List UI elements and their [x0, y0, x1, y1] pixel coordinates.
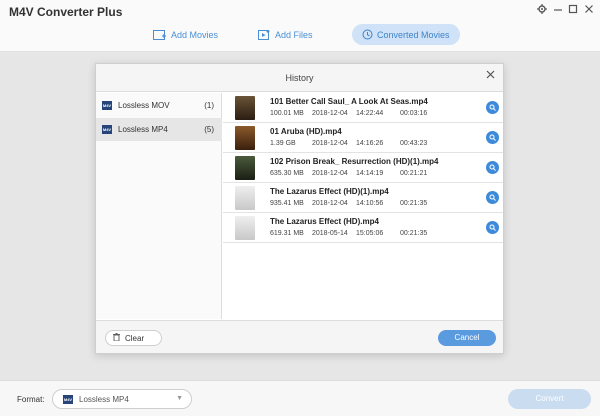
file-name: The Lazarus Effect (HD)(1).mp4 [270, 187, 389, 196]
category-item-lossless-mov[interactable]: M4V Lossless MOV (1) [96, 94, 222, 117]
file-duration: 00:03:16 [400, 110, 428, 117]
file-name: 102 Prison Break_ Resurrection (HD)(1).m… [270, 157, 439, 166]
category-item-lossless-mp4[interactable]: M4V Lossless MP4 (5) [96, 118, 222, 141]
file-size: 935.41 MB [270, 200, 304, 207]
clear-button[interactable]: Clear [105, 330, 162, 346]
movie-thumbnail [235, 156, 255, 180]
history-dialog: History M4V Lossless MOV (1) M4V Lossles… [95, 63, 504, 354]
search-icon[interactable] [486, 101, 499, 114]
file-date: 2018-12-04 [312, 170, 348, 177]
clock-icon [362, 29, 373, 40]
format-badge-icon: M4V [63, 394, 73, 404]
add-movies-icon [153, 29, 167, 41]
dialog-header: History [96, 64, 503, 92]
file-meta: 619.31 MB 2018-05-14 15:05:06 00:21:35 [270, 230, 427, 237]
dialog-title: History [285, 73, 314, 83]
file-size: 635.30 MB [270, 170, 304, 177]
file-date: 2018-05-14 [312, 230, 348, 237]
file-row[interactable]: 102 Prison Break_ Resurrection (HD)(1).m… [223, 153, 503, 183]
file-time: 15:05:06 [356, 230, 384, 237]
dialog-close-icon[interactable] [486, 70, 495, 82]
minimize-icon[interactable] [551, 4, 565, 18]
file-name: 101 Better Call Saul_ A Look At Seas.mp4 [270, 97, 428, 106]
format-value: Lossless MP4 [79, 394, 129, 404]
search-icon[interactable] [486, 191, 499, 204]
file-duration: 00:21:21 [400, 170, 428, 177]
convert-button[interactable]: Convert [508, 389, 591, 409]
file-size: 619.31 MB [270, 230, 304, 237]
search-icon[interactable] [486, 131, 499, 144]
add-files-button[interactable]: Add Files [248, 24, 323, 45]
category-label: Lossless MP4 [118, 125, 168, 134]
cancel-button[interactable]: Cancel [438, 330, 496, 346]
category-list: M4V Lossless MOV (1) M4V Lossless MP4 (5… [96, 93, 222, 319]
file-meta: 935.41 MB 2018-12-04 14:10:56 00:21:35 [270, 200, 427, 207]
file-row[interactable]: The Lazarus Effect (HD)(1).mp4 935.41 MB… [223, 183, 503, 213]
file-time: 14:10:56 [356, 200, 384, 207]
movie-thumbnail [235, 126, 255, 150]
file-name: The Lazarus Effect (HD).mp4 [270, 217, 379, 226]
movie-thumbnail [235, 96, 255, 120]
file-row[interactable]: The Lazarus Effect (HD).mp4 619.31 MB 201… [223, 213, 503, 243]
converted-file-list: 101 Better Call Saul_ A Look At Seas.mp4… [223, 93, 503, 319]
format-badge-icon: M4V [102, 101, 112, 110]
file-row[interactable]: 01 Aruba (HD).mp4 1.39 GB 2018-12-04 14:16… [223, 123, 503, 153]
bottom-bar: Format: M4V Lossless MP4 ▼ Convert [0, 380, 600, 416]
file-time: 14:16:26 [356, 140, 384, 147]
file-duration: 00:43:23 [400, 140, 428, 147]
trash-icon [113, 333, 120, 343]
close-icon[interactable] [582, 4, 596, 18]
add-files-label: Add Files [275, 29, 313, 40]
file-duration: 00:21:35 [400, 200, 428, 207]
app-title: M4V Converter Plus [9, 5, 123, 19]
add-files-icon [258, 29, 271, 41]
file-time: 14:22:44 [356, 110, 384, 117]
format-select[interactable]: M4V Lossless MP4 ▼ [52, 389, 192, 409]
maximize-icon[interactable] [566, 4, 580, 18]
file-time: 14:14:19 [356, 170, 384, 177]
file-meta: 635.30 MB 2018-12-04 14:14:19 00:21:21 [270, 170, 427, 177]
search-icon[interactable] [486, 221, 499, 234]
movie-thumbnail [235, 216, 255, 240]
title-bar: M4V Converter Plus [0, 0, 600, 24]
file-row[interactable]: 101 Better Call Saul_ A Look At Seas.mp4… [223, 93, 503, 123]
chevron-down-icon: ▼ [176, 395, 183, 402]
clear-label: Clear [125, 333, 145, 343]
converted-movies-label: Converted Movies [377, 29, 450, 40]
category-count: (5) [204, 125, 214, 134]
file-size: 1.39 GB [270, 140, 296, 147]
format-label: Format: [17, 395, 45, 404]
main-toolbar: Add Movies Add Files Converted Movies [0, 24, 600, 52]
add-movies-button[interactable]: Add Movies [143, 24, 228, 45]
file-date: 2018-12-04 [312, 200, 348, 207]
search-icon[interactable] [486, 161, 499, 174]
file-meta: 1.39 GB 2018-12-04 14:16:26 00:43:23 [270, 140, 427, 147]
converted-movies-button[interactable]: Converted Movies [352, 24, 460, 45]
category-label: Lossless MOV [118, 101, 170, 110]
movie-thumbnail [235, 186, 255, 210]
file-date: 2018-12-04 [312, 140, 348, 147]
file-meta: 100.01 MB 2018-12-04 14:22:44 00:03:16 [270, 110, 427, 117]
format-badge-icon: M4V [102, 125, 112, 134]
file-duration: 00:21:35 [400, 230, 428, 237]
category-count: (1) [204, 101, 214, 110]
file-size: 100.01 MB [270, 110, 304, 117]
add-movies-label: Add Movies [171, 29, 219, 40]
gear-icon[interactable] [535, 4, 549, 18]
file-name: 01 Aruba (HD).mp4 [270, 127, 342, 136]
dialog-footer: Clear Cancel [96, 320, 503, 353]
file-date: 2018-12-04 [312, 110, 348, 117]
